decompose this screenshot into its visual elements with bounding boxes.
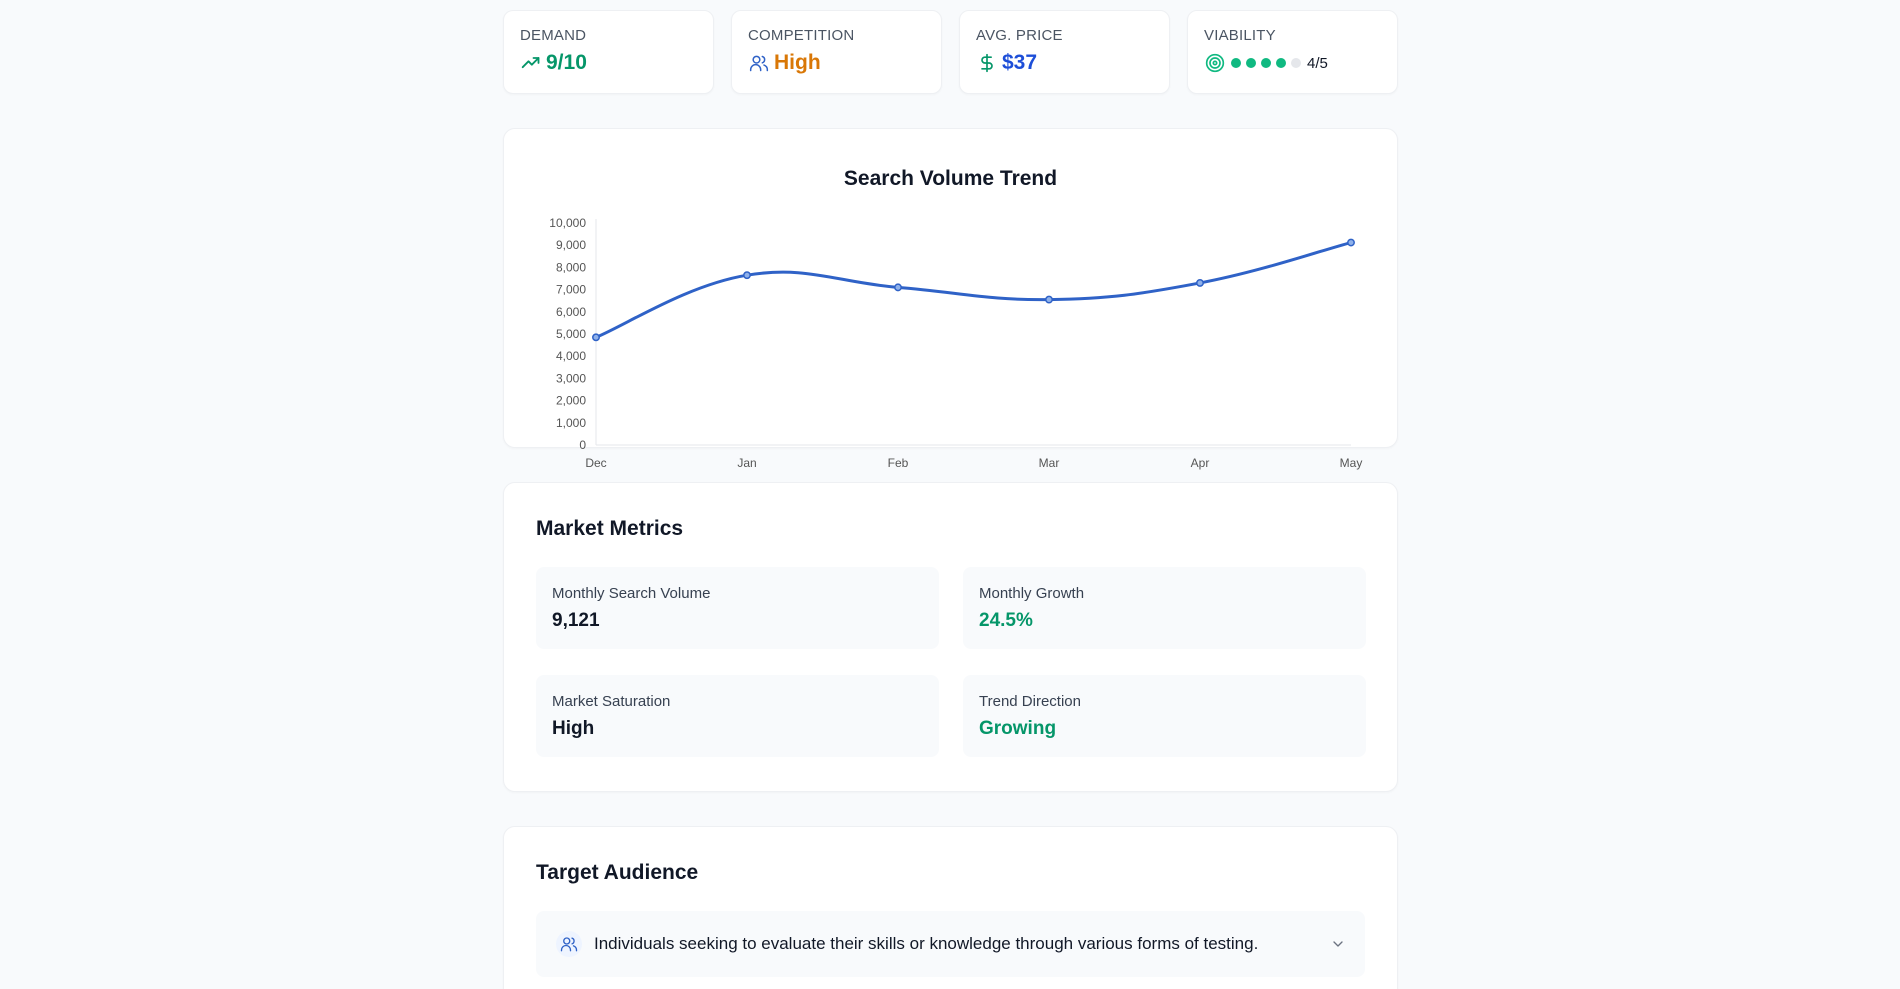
stat-label: AVG. PRICE — [976, 27, 1063, 44]
x-tick-label: Dec — [585, 456, 606, 470]
x-tick-label: Feb — [888, 456, 909, 470]
y-tick-label: 10,000 — [549, 216, 586, 230]
metric-label: Market Saturation — [552, 693, 671, 710]
target-audience-card: Target Audience Individuals seeking to e… — [503, 826, 1398, 989]
dollar-icon — [976, 52, 998, 74]
metric-label: Trend Direction — [979, 693, 1081, 710]
chevron-down-icon[interactable] — [1327, 933, 1349, 955]
x-tick-label: Jan — [737, 456, 756, 470]
metric-label: Monthly Growth — [979, 585, 1085, 602]
viability-rating-dots — [1231, 58, 1301, 68]
rating-dot — [1231, 58, 1241, 68]
data-point — [1045, 295, 1053, 304]
series-line — [594, 241, 1353, 339]
metric-value: 24.5% — [979, 610, 1033, 631]
stat-card-competition: COMPETITION High — [731, 10, 942, 94]
market-metrics-card: Market Metrics Monthly Search Volume 9,1… — [503, 482, 1398, 792]
rating-dot — [1261, 58, 1271, 68]
y-tick-label: 3,000 — [556, 371, 586, 385]
users-icon — [748, 52, 770, 74]
users-icon — [556, 931, 582, 957]
metric-monthly-growth: Monthly Growth 24.5% — [963, 567, 1366, 649]
stat-cards: DEMAND 9/10 COMPETITION High AVG. PRICE — [503, 10, 1398, 94]
x-tick-label: Mar — [1039, 456, 1060, 470]
data-point — [1196, 278, 1204, 287]
audience-item-text: Individuals seeking to evaluate their sk… — [594, 934, 1259, 953]
y-tick-label: 4,000 — [556, 349, 586, 363]
rating-dot — [1276, 58, 1286, 68]
metric-trend-direction: Trend Direction Growing — [963, 675, 1366, 757]
data-point — [743, 271, 751, 280]
x-tick-label: Apr — [1191, 456, 1210, 470]
x-tick-label: May — [1340, 456, 1363, 470]
page-content: DEMAND 9/10 COMPETITION High AVG. PRICE — [503, 10, 1398, 989]
data-point — [894, 283, 902, 292]
y-tick-label: 2,000 — [556, 394, 586, 408]
trending-up-icon — [520, 52, 542, 74]
y-tick-label: 9,000 — [556, 238, 586, 252]
stat-card-demand: DEMAND 9/10 — [503, 10, 714, 94]
metric-label: Monthly Search Volume — [552, 585, 711, 602]
target-icon — [1204, 52, 1226, 74]
y-tick-label: 7,000 — [556, 283, 586, 297]
y-tick-label: 8,000 — [556, 260, 586, 274]
section-title: Target Audience — [536, 861, 699, 884]
avg-price-value: $37 — [1002, 51, 1038, 74]
metric-value: 9,121 — [552, 610, 600, 631]
stat-card-viability: VIABILITY 4/5 — [1187, 10, 1398, 94]
data-point — [592, 333, 600, 342]
stat-label: VIABILITY — [1204, 27, 1276, 44]
y-tick-label: 5,000 — [556, 327, 586, 341]
stat-card-avg-price: AVG. PRICE $37 — [959, 10, 1170, 94]
y-tick-label: 1,000 — [556, 416, 586, 430]
viability-value: 4/5 — [1307, 54, 1328, 72]
y-tick-label: 6,000 — [556, 305, 586, 319]
metric-value: Growing — [979, 718, 1057, 739]
competition-value: High — [774, 51, 821, 74]
section-title: Market Metrics — [536, 517, 684, 540]
y-tick-label: 0 — [579, 438, 586, 452]
metric-market-saturation: Market Saturation High — [536, 675, 939, 757]
search-volume-chart: 0 1,000 2,000 3,000 4,000 5,000 6,000 7,000 8,00… — [549, 216, 1363, 470]
stat-label: COMPETITION — [748, 27, 855, 44]
audience-item[interactable]: Individuals seeking to evaluate their sk… — [536, 911, 1365, 977]
rating-dot — [1291, 58, 1301, 68]
rating-dot — [1246, 58, 1256, 68]
metric-value: High — [552, 718, 595, 739]
demand-value: 9/10 — [546, 51, 587, 74]
data-point — [1347, 238, 1355, 247]
stat-label: DEMAND — [520, 27, 587, 44]
search-volume-chart-card: Search Volume Trend 0 1,000 2,000 3,000 4,00… — [503, 128, 1398, 470]
metric-monthly-search-volume: Monthly Search Volume 9,121 — [536, 567, 939, 649]
